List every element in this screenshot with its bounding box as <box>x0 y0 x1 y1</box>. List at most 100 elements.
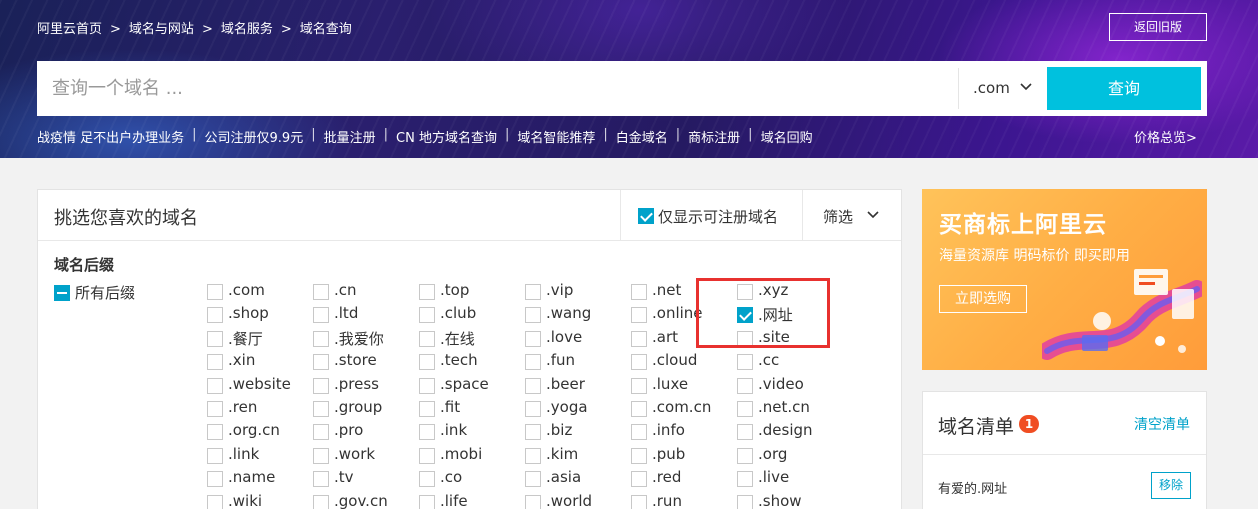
breadcrumb-domain-site[interactable]: 域名与网站 <box>129 22 194 37</box>
suffix-checkbox[interactable] <box>419 495 435 509</box>
clear-list-link[interactable]: 清空清单 <box>1134 414 1190 434</box>
suffix-checkbox[interactable] <box>737 424 753 440</box>
chevron-down-icon <box>867 211 879 219</box>
breadcrumb-home[interactable]: 阿里云首页 <box>37 22 102 37</box>
suffix-checkbox[interactable] <box>313 354 329 370</box>
suffix-checkbox[interactable] <box>419 307 435 323</box>
suffix-checkbox[interactable] <box>525 401 541 417</box>
suffix-checkbox[interactable] <box>207 331 223 347</box>
only-registrable-label: 仅显示可注册域名 <box>658 208 779 226</box>
suffix-checkbox[interactable] <box>313 307 329 323</box>
suffix-checkbox[interactable] <box>207 378 223 394</box>
suffix-checkbox[interactable] <box>631 284 647 300</box>
suffix-checkbox[interactable] <box>313 284 329 300</box>
suffix-label: .tech <box>440 351 478 369</box>
quick-link[interactable]: 白金域名 <box>616 127 668 146</box>
quick-link[interactable]: 域名回购 <box>761 127 813 146</box>
divider: | <box>748 127 753 142</box>
only-registrable-toggle[interactable]: 仅显示可注册域名 <box>620 190 802 240</box>
suffix-checkbox[interactable] <box>419 331 435 347</box>
suffix-checkbox[interactable] <box>737 284 753 300</box>
suffix-checkbox[interactable] <box>419 378 435 394</box>
suffix-checkbox[interactable] <box>737 331 753 347</box>
only-registrable-checkbox[interactable] <box>638 208 654 224</box>
suffix-checkbox[interactable] <box>631 331 647 347</box>
suffix-checkbox[interactable] <box>207 448 223 464</box>
suffix-checkbox[interactable] <box>737 401 753 417</box>
suffix-checkbox[interactable] <box>737 378 753 394</box>
suffix-checkbox[interactable] <box>313 401 329 417</box>
suffix-label: .cc <box>758 351 780 369</box>
suffix-checkbox[interactable] <box>737 307 753 323</box>
quick-link[interactable]: 商标注册 <box>688 127 740 146</box>
suffix-checkbox[interactable] <box>207 471 223 487</box>
suffix-checkbox[interactable] <box>313 331 329 347</box>
quick-link[interactable]: 批量注册 <box>324 127 376 146</box>
ad-buy-button[interactable]: 立即选购 <box>939 285 1027 313</box>
suffix-checkbox[interactable] <box>525 424 541 440</box>
suffix-checkbox[interactable] <box>631 471 647 487</box>
search-box: .com 查询 <box>37 61 1207 116</box>
suffix-checkbox[interactable] <box>313 424 329 440</box>
suffix-checkbox[interactable] <box>525 471 541 487</box>
suffix-label: .tv <box>334 468 354 486</box>
suffix-checkbox[interactable] <box>419 448 435 464</box>
suffix-label: .com <box>228 281 265 299</box>
domain-search-input[interactable] <box>37 61 957 116</box>
domain-list-card: 域名清单 1 清空清单 有爱的.网址 移除 <box>922 391 1207 509</box>
breadcrumb-domain-service[interactable]: 域名服务 <box>221 22 273 37</box>
breadcrumb-separator: > <box>280 22 292 37</box>
suffix-select[interactable]: .com <box>958 68 1046 109</box>
old-version-button[interactable]: 返回旧版 <box>1109 13 1207 41</box>
remove-button[interactable]: 移除 <box>1151 472 1191 499</box>
suffix-checkbox[interactable] <box>207 401 223 417</box>
suffix-checkbox[interactable] <box>631 448 647 464</box>
suffix-checkbox[interactable] <box>313 471 329 487</box>
suffix-checkbox[interactable] <box>207 284 223 300</box>
suffix-checkbox[interactable] <box>631 424 647 440</box>
quick-link[interactable]: 战疫情 足不出户办理业务 <box>37 127 184 146</box>
suffix-checkbox[interactable] <box>313 448 329 464</box>
suffix-checkbox[interactable] <box>631 378 647 394</box>
suffix-checkbox[interactable] <box>419 284 435 300</box>
suffix-checkbox[interactable] <box>313 378 329 394</box>
suffix-checkbox[interactable] <box>313 495 329 509</box>
suffix-checkbox[interactable] <box>419 401 435 417</box>
suffix-checkbox[interactable] <box>207 307 223 323</box>
suffix-checkbox[interactable] <box>631 401 647 417</box>
trademark-ad-banner[interactable]: 买商标上阿里云 海量资源库 明码标价 即买即用 立即选购 <box>922 189 1207 370</box>
filter-label: 筛选 <box>823 208 854 226</box>
quick-link[interactable]: CN 地方域名查询 <box>396 127 497 146</box>
suffix-checkbox[interactable] <box>525 354 541 370</box>
suffix-label: .club <box>440 304 477 322</box>
quick-link[interactable]: 域名智能推荐 <box>517 127 595 146</box>
suffix-checkbox[interactable] <box>207 495 223 509</box>
suffix-checkbox[interactable] <box>207 354 223 370</box>
suffix-checkbox[interactable] <box>207 424 223 440</box>
suffix-label: .com.cn <box>652 398 712 416</box>
indeterminate-checkbox-icon[interactable] <box>54 285 70 301</box>
suffix-checkbox[interactable] <box>737 495 753 509</box>
suffix-checkbox[interactable] <box>737 471 753 487</box>
breadcrumb-domain-query[interactable]: 域名查询 <box>300 22 352 37</box>
quick-link[interactable]: 公司注册仅9.9元 <box>205 127 304 146</box>
suffix-checkbox[interactable] <box>631 354 647 370</box>
suffix-checkbox[interactable] <box>525 307 541 323</box>
suffix-checkbox[interactable] <box>631 495 647 509</box>
suffix-label: .我爱你 <box>334 330 384 348</box>
suffix-checkbox[interactable] <box>525 495 541 509</box>
search-button[interactable]: 查询 <box>1047 67 1201 110</box>
suffix-label: .website <box>228 375 291 393</box>
suffix-checkbox[interactable] <box>419 354 435 370</box>
suffix-checkbox[interactable] <box>525 448 541 464</box>
suffix-checkbox[interactable] <box>525 331 541 347</box>
suffix-checkbox[interactable] <box>631 307 647 323</box>
suffix-checkbox[interactable] <box>419 471 435 487</box>
suffix-checkbox[interactable] <box>419 424 435 440</box>
suffix-checkbox[interactable] <box>737 354 753 370</box>
suffix-checkbox[interactable] <box>525 284 541 300</box>
suffix-checkbox[interactable] <box>737 448 753 464</box>
price-overview-link[interactable]: 价格总览> <box>1134 127 1197 146</box>
suffix-checkbox[interactable] <box>525 378 541 394</box>
filter-button[interactable]: 筛选 <box>802 190 901 240</box>
